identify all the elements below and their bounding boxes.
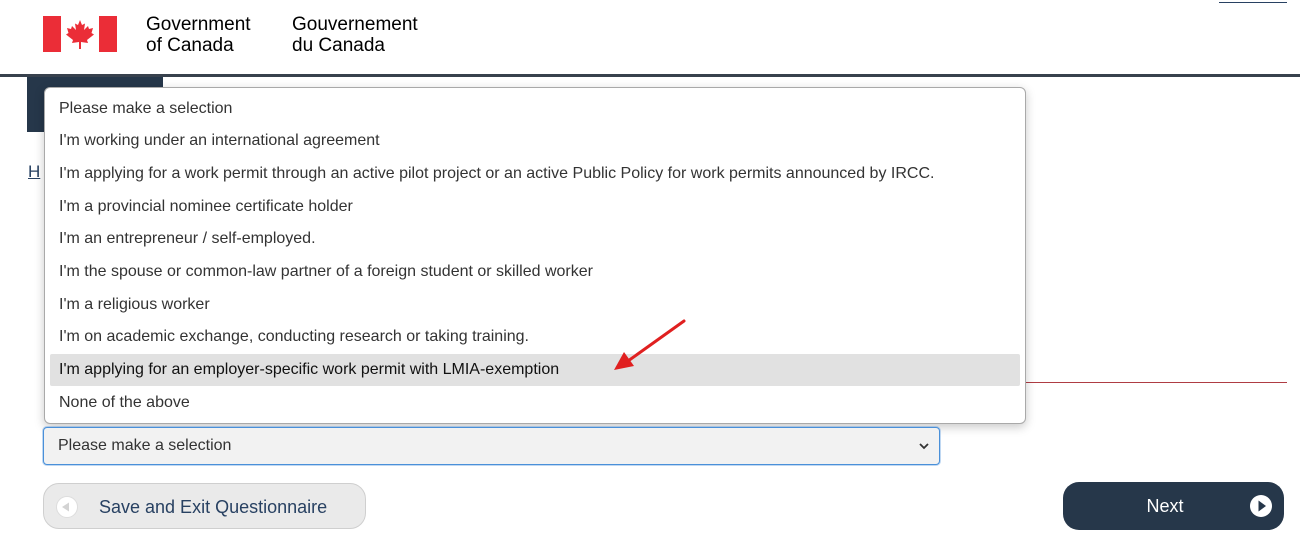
- dropdown-option[interactable]: I'm an entrepreneur / self-employed.: [50, 223, 1020, 255]
- situation-select[interactable]: Please make a selection: [43, 427, 940, 465]
- dropdown-option[interactable]: Please make a selection: [50, 93, 1020, 125]
- dropdown-option[interactable]: I'm the spouse or common-law partner of …: [50, 256, 1020, 288]
- dropdown-option[interactable]: I'm on academic exchange, conducting res…: [50, 321, 1020, 353]
- language-toggle-link[interactable]: [1219, 0, 1287, 3]
- save-and-exit-label: Save and Exit Questionnaire: [99, 497, 328, 517]
- dropdown-option[interactable]: None of the above: [50, 387, 1020, 419]
- site-header: Government of Canada Gouvernement du Can…: [0, 0, 1300, 77]
- government-signature-fr[interactable]: Gouvernement du Canada: [292, 14, 418, 56]
- circle-arrow-left-icon: [56, 496, 78, 518]
- chevron-down-icon: [919, 443, 929, 450]
- dropdown-option[interactable]: I'm applying for a work permit through a…: [50, 158, 1020, 190]
- breadcrumb-home-link[interactable]: H: [28, 162, 40, 182]
- signature-en-line2: of Canada: [146, 35, 234, 56]
- signature-en-line1: Government: [146, 14, 251, 35]
- next-label: Next: [1146, 496, 1184, 516]
- dropdown-option[interactable]: I'm working under an international agree…: [50, 125, 1020, 157]
- dropdown-option[interactable]: I'm a provincial nominee certificate hol…: [50, 191, 1020, 223]
- next-button[interactable]: Next: [1063, 482, 1284, 530]
- canada-flag-icon: [43, 16, 117, 52]
- signature-fr-line2: du Canada: [292, 35, 385, 56]
- signature-fr-line1: Gouvernement: [292, 14, 418, 35]
- save-and-exit-button[interactable]: Save and Exit Questionnaire: [43, 483, 366, 529]
- circle-arrow-right-icon: [1250, 495, 1272, 517]
- situation-dropdown-list[interactable]: Please make a selection I'm working unde…: [44, 87, 1026, 424]
- select-value: Please make a selection: [58, 437, 232, 454]
- dropdown-option[interactable]: I'm a religious worker: [50, 289, 1020, 321]
- dropdown-option-highlighted[interactable]: I'm applying for an employer-specific wo…: [50, 354, 1020, 386]
- red-arrow-icon: [614, 319, 686, 370]
- government-signature-en[interactable]: Government of Canada: [146, 14, 251, 56]
- section-divider: [1026, 382, 1287, 383]
